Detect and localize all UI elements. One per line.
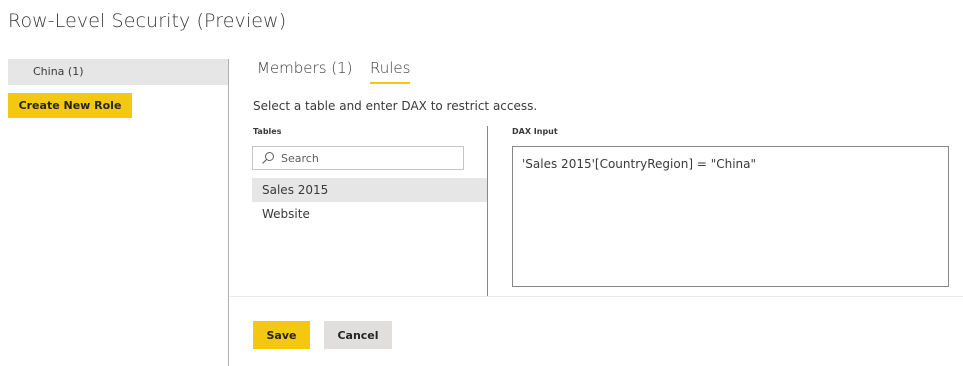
- save-button[interactable]: Save: [253, 321, 310, 349]
- table-item-sales-2015[interactable]: Sales 2015: [252, 178, 487, 202]
- tables-search-input[interactable]: [281, 151, 451, 165]
- rules-instructions: Select a table and enter DAX to restrict…: [253, 99, 538, 113]
- dax-input-label: DAX Input: [512, 127, 558, 136]
- tables-search-box[interactable]: [252, 146, 464, 170]
- tab-members[interactable]: Members (1): [257, 59, 353, 82]
- pane-divider: [228, 59, 229, 366]
- search-icon: [262, 152, 274, 164]
- create-new-role-button[interactable]: Create New Role: [8, 93, 132, 118]
- role-item-china[interactable]: China (1): [8, 59, 228, 85]
- tables-label: Tables: [253, 127, 282, 136]
- table-item-website[interactable]: Website: [252, 202, 487, 226]
- tab-rules[interactable]: Rules: [370, 59, 411, 84]
- footer-divider: [229, 296, 963, 297]
- page-title: Row-Level Security (Preview): [8, 10, 287, 32]
- cancel-button[interactable]: Cancel: [324, 321, 392, 349]
- dax-input-field[interactable]: 'Sales 2015'[CountryRegion] = "China": [512, 146, 949, 287]
- tables-dax-divider: [487, 126, 488, 296]
- tables-list: Sales 2015 Website: [252, 178, 487, 226]
